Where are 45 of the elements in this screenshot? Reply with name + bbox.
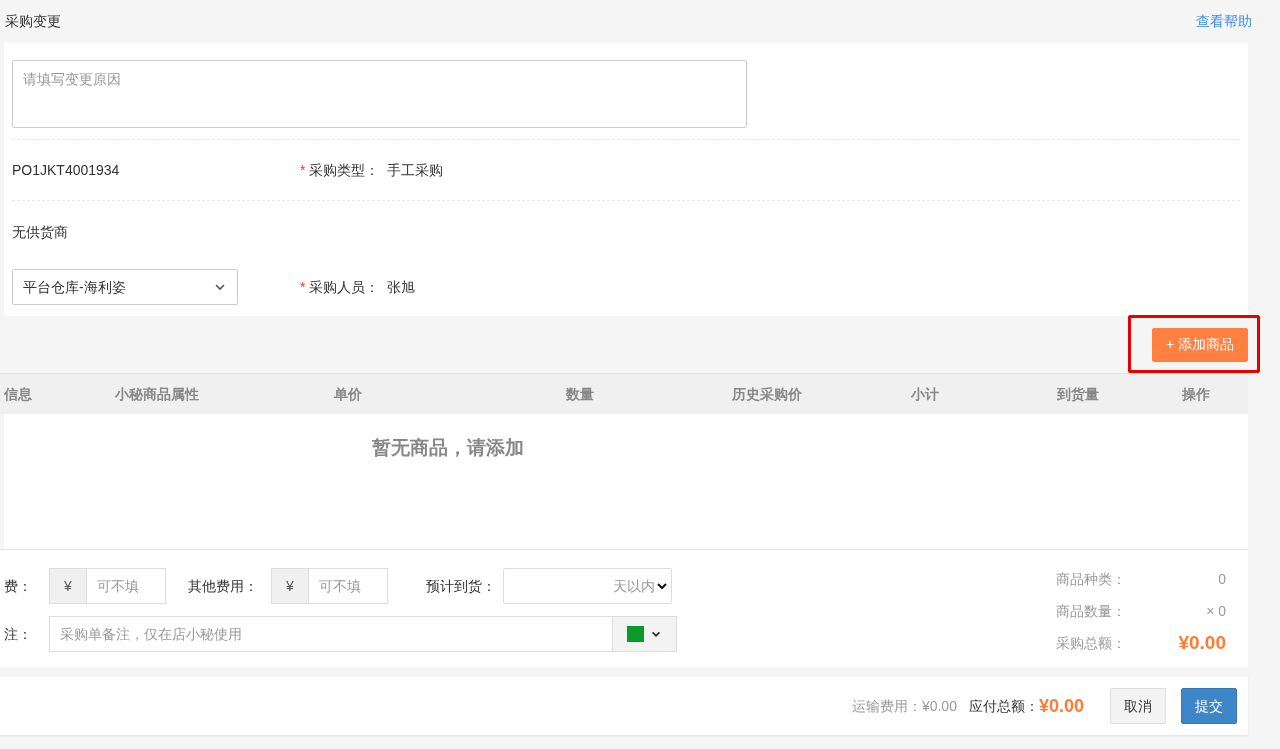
summary-label: 商品种类： [1056,569,1126,589]
arrival-select[interactable]: 天以内 [503,568,672,604]
arrival-label: 预计到货： [426,576,497,596]
summary-value: 0 [1217,569,1226,589]
summary-label: 采购总额： [1056,633,1126,653]
shipping-value: ¥0.00 [921,696,957,716]
currency-addon: ¥ [271,568,309,604]
empty-message: 暂无商品，请添加 [372,437,524,458]
column-header: 单价 [334,385,362,402]
column-header: 操作 [1182,385,1210,402]
reason-field[interactable]: 请填写变更原因 [12,60,747,128]
order-number: PO1JKT4001934 [12,160,121,180]
purchase-type-value: 手工采购 [387,160,444,180]
fee-input[interactable]: 可不填 [309,568,388,604]
cancel-button[interactable]: 取消 [1110,688,1166,724]
fee-label: 其他费用： [188,576,259,596]
payable-label: 应付总额： [968,696,1039,716]
fee-label: 费： [4,576,33,596]
shipping-label: 运输费用： [851,696,922,716]
required-mark: * [300,277,306,297]
summary-value: ¥0.00 [1177,630,1226,655]
column-header: 小计 [911,385,939,402]
required-mark: * [300,160,306,180]
payable-value: ¥0.00 [1038,694,1084,718]
page-title: 采购变更 [5,12,61,31]
purchaser-label: 采购人员： [309,277,380,297]
column-header: 数量 [566,385,594,402]
fee-input[interactable]: 可不填 [87,568,166,604]
column-header: 信息 [4,385,32,402]
supplier-text: 无供货商 [12,222,68,242]
submit-button[interactable]: 提交 [1181,688,1237,724]
column-header: 历史采购价 [732,385,802,402]
summary-value: × 0 [1205,601,1226,621]
warehouse-select[interactable]: 平台仓库-海利姿 [12,269,238,305]
column-header: 小秘商品属性 [115,385,199,402]
purchaser-value: 张旭 [387,277,416,297]
add-product-button[interactable]: + 添加商品 [1151,327,1248,362]
summary-label: 商品数量： [1056,601,1126,621]
note-input[interactable]: 采购单备注，仅在店小秘使用 [49,616,613,652]
help-link[interactable]: 查看帮助 [1196,11,1252,32]
color-picker-button[interactable] [613,616,677,652]
column-header: 到货量 [1057,385,1099,402]
currency-addon: ¥ [49,568,87,604]
purchase-type-label: 采购类型： [309,160,380,180]
note-label: 注： [4,624,33,644]
